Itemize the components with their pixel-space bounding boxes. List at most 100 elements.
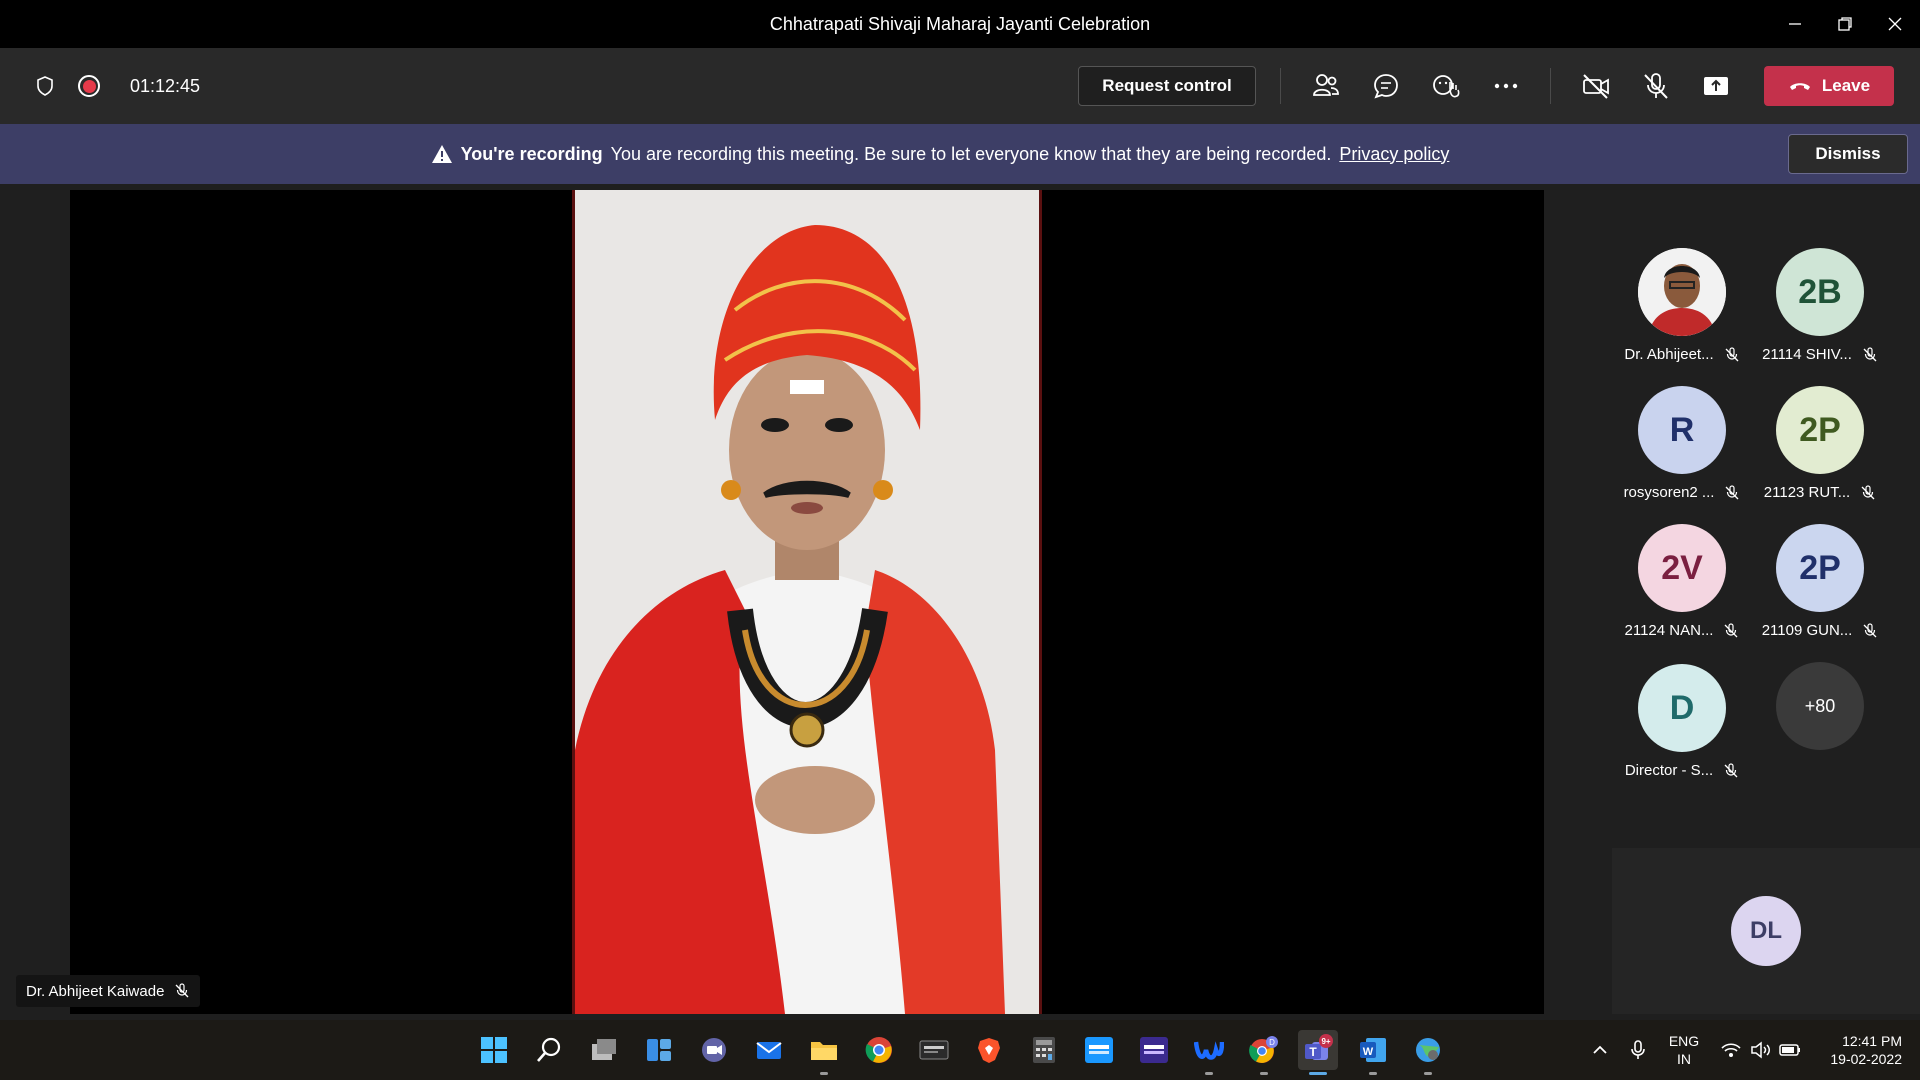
privacy-policy-link[interactable]: Privacy policy: [1339, 144, 1449, 165]
chat-bubble-icon: [1374, 74, 1398, 99]
participants-button[interactable]: [1310, 70, 1342, 102]
participant-name: 21109 GUN...: [1761, 622, 1853, 639]
request-control-button[interactable]: Request control: [1078, 66, 1256, 106]
mail-icon: [756, 1042, 782, 1059]
quick-settings[interactable]: [1720, 1020, 1802, 1080]
microphone-off-icon: [1725, 622, 1738, 637]
more-horizontal-icon: [1494, 83, 1518, 89]
brave-icon: [978, 1038, 1000, 1063]
chrome-profile-icon: D: [1249, 1036, 1278, 1063]
shield-icon: [37, 76, 53, 96]
system-clock[interactable]: 12:41 PM 19-02-2022: [1812, 1032, 1902, 1068]
avatar: 2B: [1776, 248, 1864, 336]
restore-icon: [1838, 17, 1852, 31]
svg-text:W: W: [1363, 1046, 1374, 1058]
prime-video-button[interactable]: [1079, 1030, 1119, 1070]
recording-banner: You're recording You are recording this …: [0, 124, 1920, 184]
region-code: IN: [1677, 1051, 1691, 1067]
microphone-off-icon: [1725, 484, 1739, 499]
running-indicator: [820, 1072, 828, 1075]
teams-button[interactable]: T 9+: [1298, 1030, 1338, 1075]
microphone-toggle-button[interactable]: [1640, 70, 1672, 102]
calculator-icon: [1033, 1037, 1055, 1063]
running-indicator: [1369, 1072, 1377, 1075]
calculator-button[interactable]: [1024, 1030, 1064, 1070]
participant-name: 21114 SHIV...: [1762, 346, 1852, 363]
window-controls: [1770, 0, 1920, 48]
restore-button[interactable]: [1820, 0, 1870, 48]
windows-start-icon: [481, 1037, 507, 1063]
svg-text:T: T: [1309, 1045, 1317, 1059]
search-icon: [537, 1037, 561, 1062]
system-tray: [1590, 1020, 1648, 1080]
chrome-profile-badge: D: [1269, 1038, 1275, 1047]
participant-tile[interactable]: 2B 21114 SHIV...: [1750, 248, 1890, 378]
close-icon: [1888, 17, 1902, 31]
microphone-off-icon: [1861, 484, 1875, 499]
webex-icon: [1194, 1041, 1224, 1060]
leave-label: Leave: [1821, 76, 1871, 95]
window-title-bar: Chhatrapati Shivaji Maharaj Jayanti Cele…: [0, 0, 1920, 48]
running-indicator: [1309, 1072, 1327, 1075]
speaker-video: [572, 190, 1042, 1014]
language-indicator[interactable]: ENG IN: [1666, 1032, 1702, 1068]
reactions-button[interactable]: [1430, 70, 1462, 102]
word-icon: W: [1360, 1038, 1386, 1062]
chat-button[interactable]: [1370, 70, 1402, 102]
microphone-icon[interactable]: [1628, 1039, 1648, 1061]
avatar: 2P: [1776, 524, 1864, 612]
avatar: D: [1638, 664, 1726, 752]
window-title: Chhatrapati Shivaji Maharaj Jayanti Cele…: [769, 13, 1151, 34]
self-avatar: DL: [1731, 896, 1801, 966]
taskbar-search-button[interactable]: [529, 1030, 569, 1070]
leave-button[interactable]: Leave: [1764, 66, 1894, 106]
webex-button[interactable]: [1189, 1030, 1229, 1075]
minimize-button[interactable]: [1770, 0, 1820, 48]
banner-message: You are recording this meeting. Be sure …: [610, 143, 1332, 164]
participant-name: 21124 NAN...: [1624, 622, 1714, 639]
self-view-tile[interactable]: DL: [1612, 848, 1920, 1014]
file-explorer-button[interactable]: [804, 1030, 844, 1075]
dismiss-button[interactable]: Dismiss: [1788, 134, 1908, 174]
clock-date: 19-02-2022: [1830, 1051, 1902, 1067]
chevron-up-icon[interactable]: [1590, 1040, 1610, 1060]
start-button[interactable]: [474, 1030, 514, 1070]
participant-tile[interactable]: R rosysoren2 ...: [1612, 386, 1752, 516]
microphone-off-icon: [1863, 622, 1877, 637]
task-view-icon: [592, 1039, 616, 1060]
participant-name: 21123 RUT...: [1763, 484, 1851, 501]
more-options-button[interactable]: [1490, 70, 1522, 102]
amazon-music-button[interactable]: [1134, 1030, 1174, 1070]
participant-tile[interactable]: 2V 21124 NAN...: [1612, 524, 1752, 654]
brave-button[interactable]: [969, 1030, 1009, 1070]
participant-tile[interactable]: Dr. Abhijeet...: [1612, 248, 1752, 378]
volume-icon: [1751, 1041, 1770, 1059]
participant-tile[interactable]: D Director - S...: [1612, 664, 1752, 794]
participant-tile[interactable]: 2P 21123 RUT...: [1750, 386, 1890, 516]
task-view-button[interactable]: [584, 1030, 624, 1070]
camera-toggle-button[interactable]: [1580, 70, 1612, 102]
chrome-profile-button[interactable]: D: [1244, 1030, 1284, 1075]
recording-indicator-icon: [78, 75, 100, 97]
word-button[interactable]: W: [1353, 1030, 1393, 1075]
speaker-name-tag: Dr. Abhijeet Kaiwade: [16, 975, 201, 1007]
msedge-app-button[interactable]: [914, 1030, 954, 1070]
participant-tile[interactable]: 2P 21109 GUN...: [1750, 524, 1890, 654]
chat-app-button[interactable]: [694, 1030, 734, 1070]
microphone-off-icon: [175, 983, 189, 998]
more-participants-button[interactable]: +80: [1750, 662, 1890, 792]
microphone-off-icon: [1724, 762, 1738, 777]
close-button[interactable]: [1870, 0, 1920, 48]
mail-app-button[interactable]: [749, 1030, 789, 1070]
more-participants-count: +80: [1776, 662, 1864, 750]
participant-name: Director - S...: [1624, 762, 1714, 779]
participant-name: Dr. Abhijeet...: [1624, 346, 1714, 363]
share-content-button[interactable]: [1700, 70, 1732, 102]
chrome-button[interactable]: [859, 1030, 899, 1070]
share-screen-icon: [1704, 77, 1728, 95]
running-indicator: [1205, 1072, 1213, 1075]
network-globe-icon: [1416, 1038, 1440, 1062]
microphone-off-icon: [1863, 346, 1877, 361]
widgets-button[interactable]: [639, 1030, 679, 1070]
globe-app-button[interactable]: [1408, 1030, 1448, 1075]
